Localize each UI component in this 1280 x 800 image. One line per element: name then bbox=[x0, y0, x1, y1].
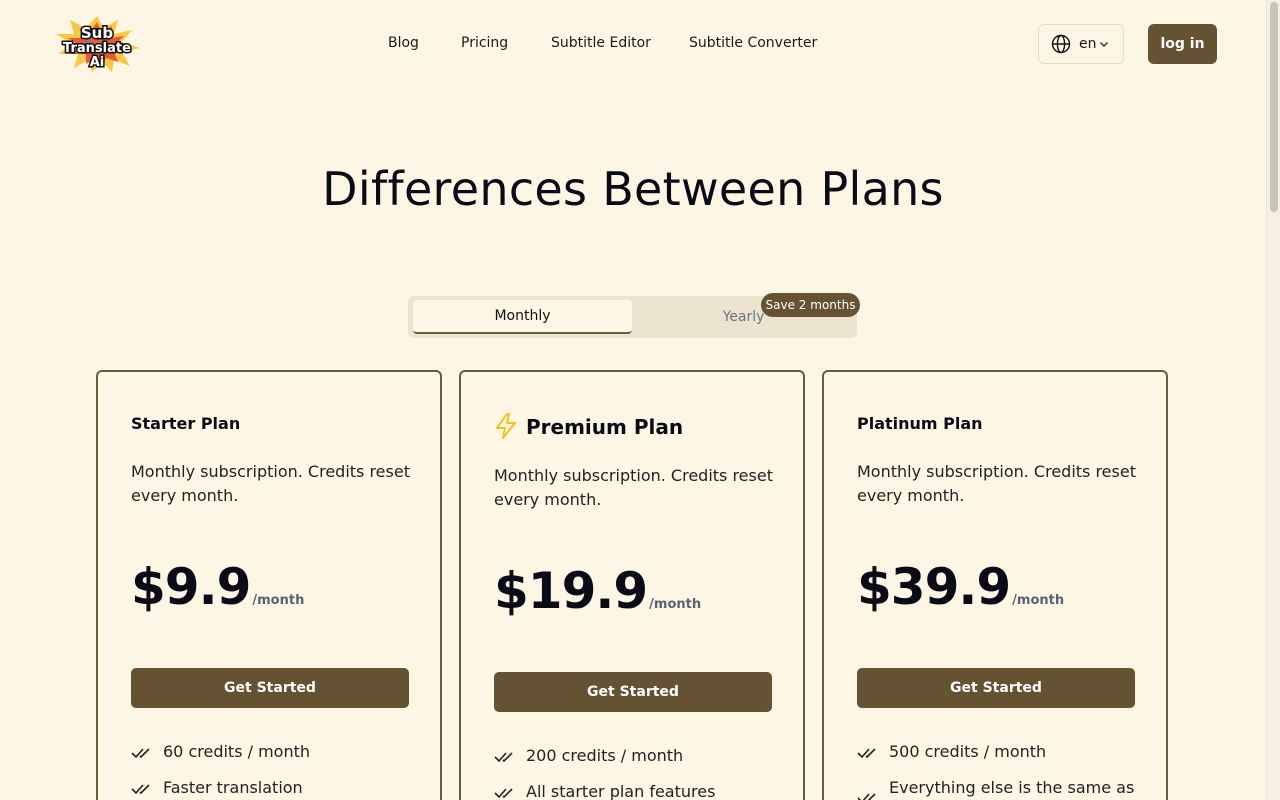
plan-card-starter: Starter Plan Monthly subscription. Credi… bbox=[96, 370, 442, 800]
price-row: $39.9 /month bbox=[857, 558, 1064, 616]
nav-link-subtitle-editor[interactable]: Subtitle Editor bbox=[551, 35, 651, 51]
page-title: Differences Between Plans bbox=[322, 162, 944, 216]
double-check-icon bbox=[857, 793, 876, 800]
double-check-icon bbox=[494, 752, 513, 763]
feature-item: Faster translation bbox=[131, 778, 411, 800]
save-badge: Save 2 months bbox=[761, 293, 860, 317]
plan-name: Premium Plan bbox=[526, 415, 684, 439]
plan-description: Monthly subscription. Credits reset ever… bbox=[131, 462, 410, 505]
plan-description: Monthly subscription. Credits reset ever… bbox=[494, 466, 773, 509]
feature-list: 500 credits / month Everything else is t… bbox=[857, 742, 1137, 800]
feature-text: 200 credits / month bbox=[526, 746, 684, 765]
feature-item: All starter plan features bbox=[494, 782, 774, 800]
double-check-icon bbox=[131, 784, 150, 795]
plan-description: Monthly subscription. Credits reset ever… bbox=[857, 462, 1136, 505]
language-selector[interactable]: en bbox=[1038, 24, 1124, 64]
feature-text: Everything else is the same as bbox=[889, 778, 1135, 797]
feature-item: 60 credits / month bbox=[131, 742, 411, 778]
plan-price: $19.9 bbox=[494, 562, 648, 620]
plan-period: /month bbox=[649, 597, 702, 612]
plan-period: /month bbox=[1012, 593, 1065, 608]
plan-price: $39.9 bbox=[857, 558, 1011, 616]
plan-name: Starter Plan bbox=[131, 414, 241, 433]
globe-icon bbox=[1051, 34, 1071, 54]
feature-text: Faster translation bbox=[163, 778, 303, 797]
get-started-button[interactable]: Get Started bbox=[494, 672, 772, 712]
plan-card-platinum: Platinum Plan Monthly subscription. Cred… bbox=[822, 370, 1168, 800]
nav-link-blog[interactable]: Blog bbox=[388, 35, 419, 51]
chevron-down-icon bbox=[1099, 42, 1108, 47]
lightning-bolt-icon bbox=[496, 413, 516, 439]
double-check-icon bbox=[494, 788, 513, 799]
double-check-icon bbox=[131, 748, 150, 759]
get-started-button[interactable]: Get Started bbox=[131, 668, 409, 708]
feature-item: 500 credits / month bbox=[857, 742, 1137, 778]
plan-name: Platinum Plan bbox=[857, 414, 983, 433]
feature-text: 60 credits / month bbox=[163, 742, 311, 761]
plan-card-premium: Premium Plan Monthly subscription. Credi… bbox=[459, 370, 805, 800]
plan-period: /month bbox=[252, 593, 305, 608]
double-check-icon bbox=[857, 748, 876, 759]
feature-item: 200 credits / month bbox=[494, 746, 774, 782]
plan-price: $9.9 bbox=[131, 558, 251, 616]
get-started-button[interactable]: Get Started bbox=[857, 668, 1135, 708]
login-button[interactable]: log in bbox=[1148, 24, 1217, 64]
logo-word-ai: Ai bbox=[90, 55, 105, 70]
price-row: $9.9 /month bbox=[131, 558, 304, 616]
language-code: en bbox=[1079, 36, 1097, 52]
site-header: Sub Translate Ai Blog Pricing Subtitle E… bbox=[0, 0, 1266, 88]
feature-text: 500 credits / month bbox=[889, 742, 1047, 761]
feature-item: Everything else is the same as bbox=[857, 778, 1137, 800]
scrollbar-thumb[interactable] bbox=[1270, 2, 1278, 212]
toggle-monthly[interactable]: Monthly bbox=[413, 300, 632, 334]
price-row: $19.9 /month bbox=[494, 562, 701, 620]
feature-list: 200 credits / month All starter plan fea… bbox=[494, 746, 774, 800]
nav-link-subtitle-converter[interactable]: Subtitle Converter bbox=[689, 35, 817, 51]
nav-link-pricing[interactable]: Pricing bbox=[461, 35, 508, 51]
feature-text: All starter plan features bbox=[526, 782, 716, 800]
feature-list: 60 credits / month Faster translation bbox=[131, 742, 411, 800]
page-scrollbar[interactable] bbox=[1266, 0, 1280, 800]
